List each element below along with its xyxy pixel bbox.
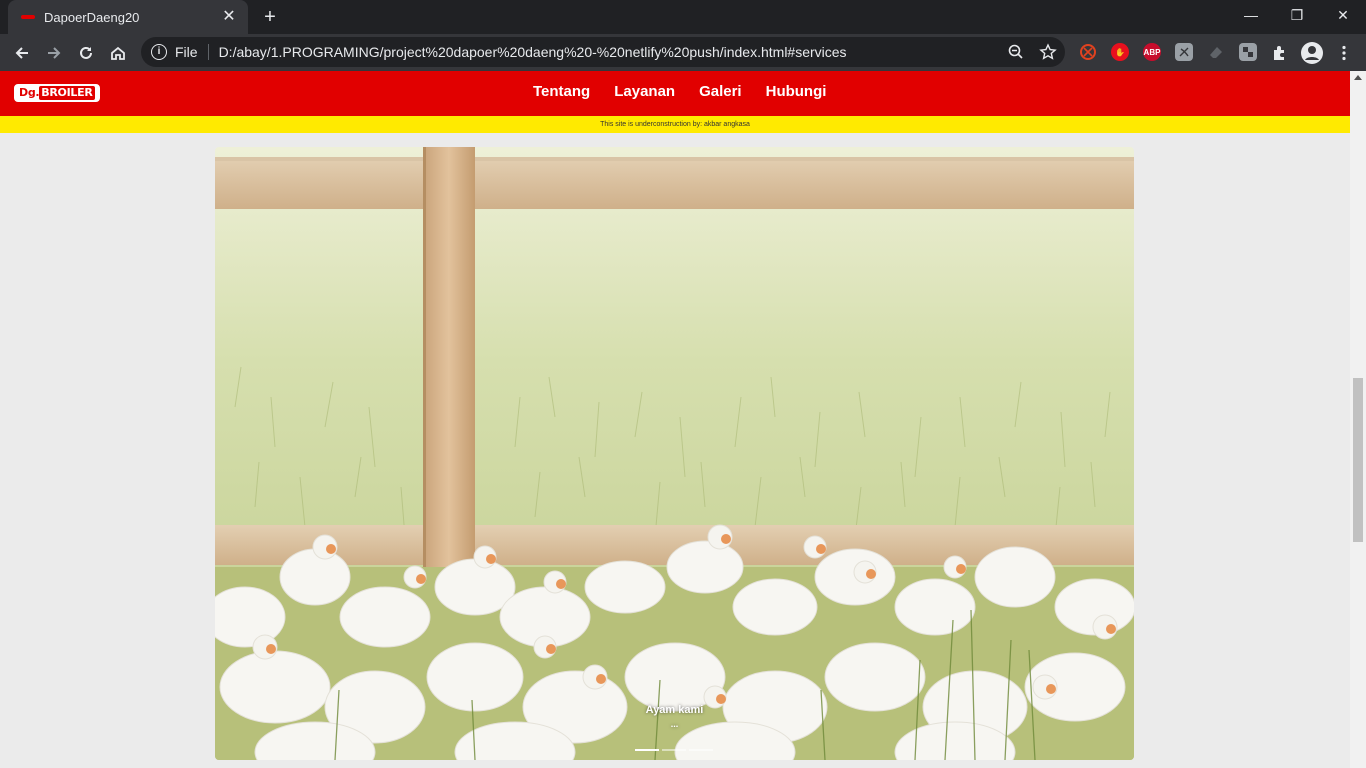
extensions-puzzle-icon[interactable] bbox=[1266, 39, 1294, 67]
nav-link-hubungi[interactable]: Hubungi bbox=[766, 83, 827, 100]
tab-title: DapoerDaeng20 bbox=[44, 9, 140, 25]
carousel-indicator-3[interactable] bbox=[689, 749, 713, 751]
url-separator bbox=[207, 44, 209, 60]
url-scheme-label: File bbox=[175, 44, 198, 60]
menu-kebab-icon[interactable] bbox=[1330, 39, 1358, 67]
site-favicon-icon bbox=[20, 9, 36, 25]
profile-avatar-icon[interactable] bbox=[1298, 39, 1326, 67]
window-close-button[interactable]: ✕ bbox=[1320, 0, 1366, 30]
pdf-icon[interactable] bbox=[1175, 43, 1193, 61]
logo-text: BROILER bbox=[39, 86, 95, 100]
carousel-indicator-2[interactable] bbox=[662, 749, 686, 751]
nav-link-layanan[interactable]: Layanan bbox=[614, 83, 675, 100]
reload-icon[interactable] bbox=[72, 39, 100, 67]
url-text[interactable]: D:/abay/1.PROGRAMING/project%20dapoer%20… bbox=[219, 44, 847, 60]
logo-prefix: Dg. bbox=[19, 86, 40, 99]
construction-banner: This site is underconstruction by: akbar… bbox=[0, 116, 1350, 133]
zoom-icon[interactable] bbox=[1007, 43, 1025, 61]
puzzle-tile-icon[interactable] bbox=[1239, 43, 1257, 61]
eraser-icon[interactable] bbox=[1207, 43, 1225, 61]
image-carousel[interactable]: Ayam kami ... bbox=[215, 147, 1134, 760]
home-icon[interactable] bbox=[104, 39, 132, 67]
site-navbar: Dg. BROILER Tentang Layanan Galeri Hubung… bbox=[0, 71, 1350, 116]
carousel-caption-text: ... bbox=[670, 719, 679, 729]
back-icon[interactable] bbox=[8, 39, 36, 67]
stop-hand-icon[interactable]: ✋ bbox=[1111, 43, 1129, 61]
carousel-caption-title: Ayam kami bbox=[645, 704, 704, 716]
page-viewport: Dg. BROILER Tentang Layanan Galeri Hubung… bbox=[0, 71, 1350, 768]
ghostery-icon[interactable] bbox=[1079, 43, 1097, 61]
address-bar[interactable]: i File D:/abay/1.PROGRAMING/project%20da… bbox=[141, 37, 1065, 67]
new-tab-button[interactable]: + bbox=[256, 5, 284, 29]
browser-tab[interactable]: DapoerDaeng20 ✕ bbox=[8, 0, 248, 34]
carousel-slide-image bbox=[215, 147, 1134, 760]
scrollbar-thumb[interactable] bbox=[1353, 378, 1363, 542]
browser-tabstrip: DapoerDaeng20 ✕ + — ❐ ✕ bbox=[0, 0, 1366, 34]
carousel-indicator-1[interactable] bbox=[635, 749, 659, 751]
tab-close-icon[interactable]: ✕ bbox=[220, 8, 238, 26]
nav-link-tentang[interactable]: Tentang bbox=[533, 83, 590, 100]
forward-icon[interactable] bbox=[40, 39, 68, 67]
carousel-indicators bbox=[635, 749, 716, 751]
scroll-up-arrow-icon[interactable] bbox=[1354, 75, 1362, 80]
site-logo[interactable]: Dg. BROILER bbox=[14, 84, 100, 102]
minimize-button[interactable]: — bbox=[1228, 0, 1274, 30]
browser-toolbar: i File D:/abay/1.PROGRAMING/project%20da… bbox=[0, 34, 1366, 71]
maximize-button[interactable]: ❐ bbox=[1274, 0, 1320, 30]
nav-links: Tentang Layanan Galeri Hubungi bbox=[533, 83, 850, 100]
info-icon[interactable]: i bbox=[151, 44, 167, 60]
bookmark-star-icon[interactable] bbox=[1039, 43, 1057, 61]
adblock-plus-icon[interactable]: ABP bbox=[1143, 43, 1161, 61]
nav-link-galeri[interactable]: Galeri bbox=[699, 83, 742, 100]
page-scrollbar[interactable] bbox=[1350, 71, 1366, 768]
